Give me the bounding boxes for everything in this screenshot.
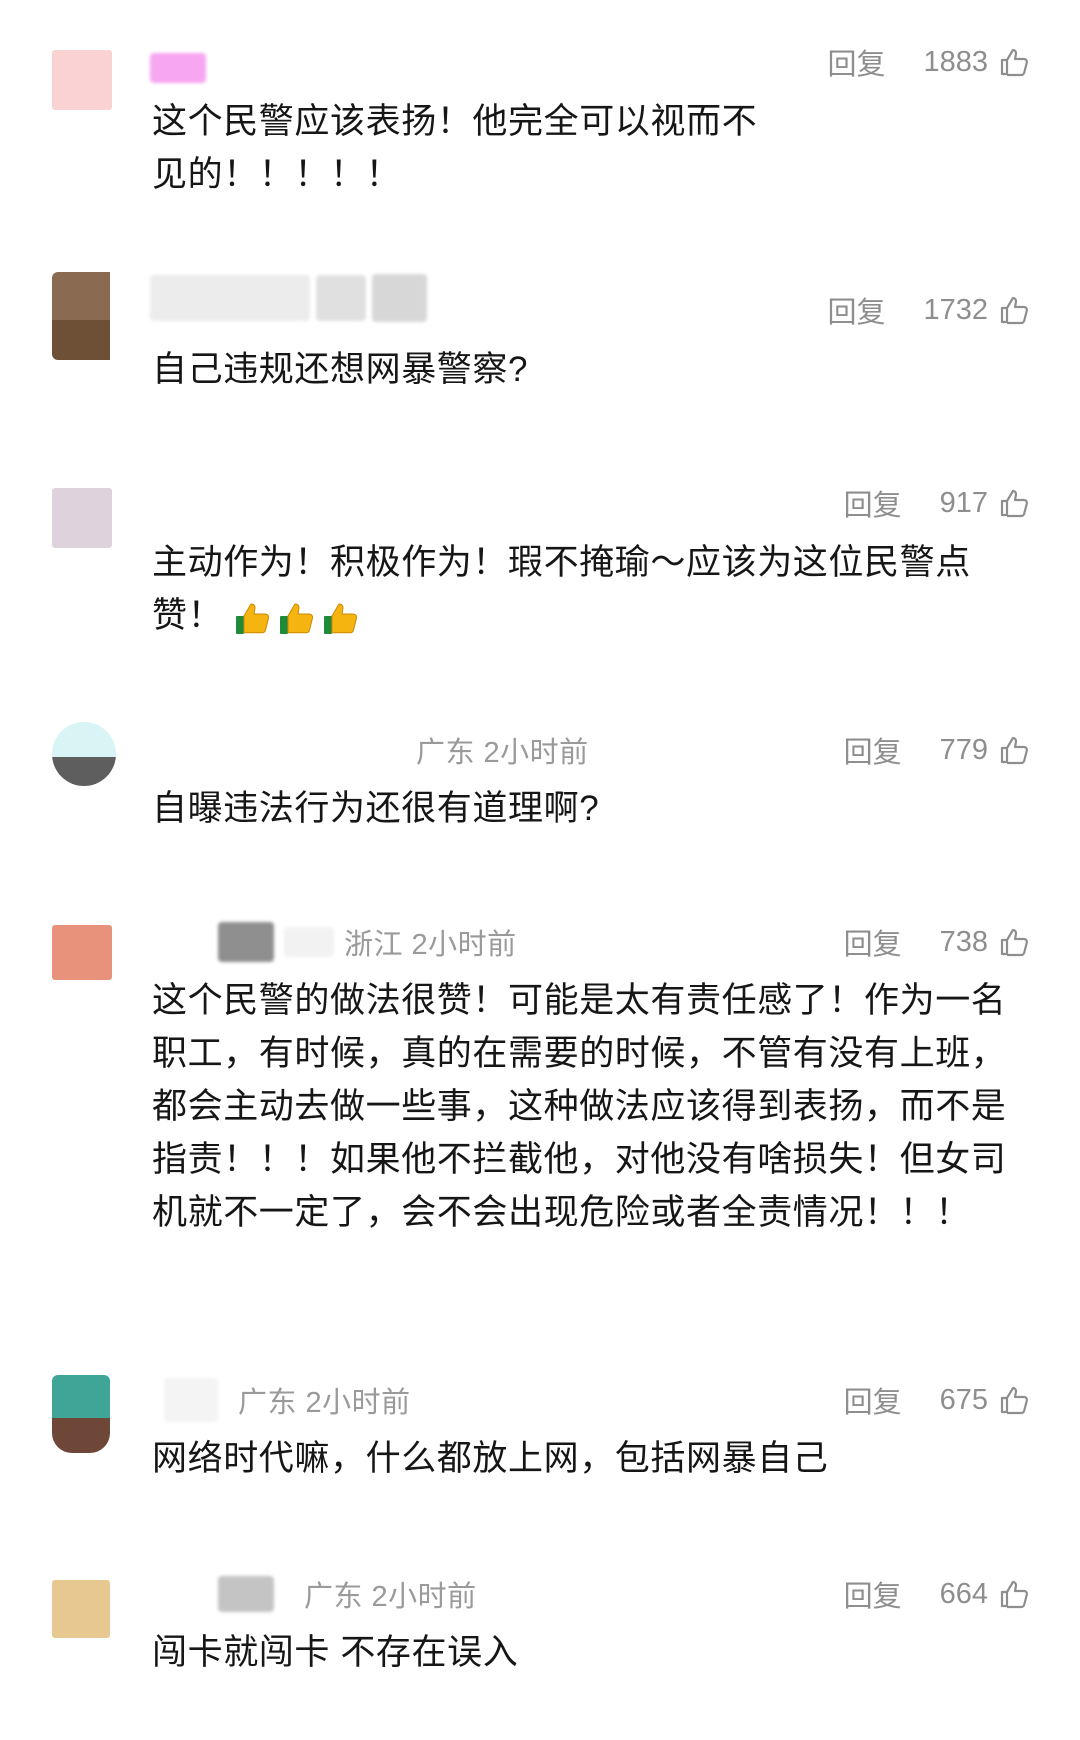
location-time: 广东 2小时前 xyxy=(416,737,589,769)
username-blurred xyxy=(218,1576,274,1612)
username[interactable] xyxy=(150,274,427,322)
thumbs-up-emoji-icon xyxy=(236,603,270,634)
avatar[interactable] xyxy=(52,925,112,980)
comment-text: 自曝违法行为还很有道理啊? xyxy=(152,789,600,828)
comment-text: 自己违规还想网暴警察? xyxy=(152,350,529,389)
reply-button[interactable]: 回复 xyxy=(844,729,902,771)
like-count: 675 xyxy=(939,1383,988,1416)
avatar[interactable] xyxy=(52,1375,110,1453)
username-blurred xyxy=(218,922,274,962)
location-time: 浙江 2小时前 xyxy=(344,929,517,961)
like-count: 1732 xyxy=(923,293,988,326)
username-blurred xyxy=(284,927,334,957)
comment-text: 这个民警应该表扬！他完全可以视而不见的！！！！！ xyxy=(152,102,758,194)
thumbs-up-emoji-icon xyxy=(280,603,314,634)
like-count: 738 xyxy=(939,925,988,958)
like-count: 664 xyxy=(939,1577,988,1610)
avatar[interactable] xyxy=(52,272,110,360)
reply-button[interactable]: 回复 xyxy=(827,41,885,83)
thumbs-up-icon[interactable] xyxy=(998,294,1030,326)
username-blurred xyxy=(372,274,427,322)
reply-button[interactable]: 回复 xyxy=(844,921,902,963)
reply-button[interactable]: 回复 xyxy=(844,482,902,524)
username-blurred xyxy=(150,53,206,83)
comment-text: 这个民警的做法很赞！可能是太有责任感了！作为一名职工，有时候，真的在需要的时候，… xyxy=(152,981,1007,1232)
thumbs-up-icon[interactable] xyxy=(998,1384,1030,1416)
thumbs-up-icon[interactable] xyxy=(998,46,1030,78)
location-time: 广东 2小时前 xyxy=(238,1387,411,1419)
thumbs-up-icon[interactable] xyxy=(998,487,1030,519)
thumbs-up-icon[interactable] xyxy=(998,1578,1030,1610)
like-count: 917 xyxy=(939,486,988,519)
reply-button[interactable]: 回复 xyxy=(827,289,885,331)
username[interactable]: 广东 2小时前 xyxy=(218,1574,477,1614)
reply-button[interactable]: 回复 xyxy=(844,1379,902,1421)
username[interactable] xyxy=(150,48,206,88)
thumbs-up-emoji-icon xyxy=(324,603,358,634)
thumbs-up-icon[interactable] xyxy=(998,734,1030,766)
username-blurred xyxy=(316,275,366,321)
username[interactable]: 广东 2小时前 xyxy=(164,1378,411,1422)
thumbs-up-emoji-group xyxy=(233,598,361,638)
location-time: 广东 2小时前 xyxy=(304,1581,477,1613)
comment-text: 网络时代嘛，什么都放上网，包括网暴自己 xyxy=(152,1439,829,1478)
username[interactable]: 浙江 2小时前 xyxy=(218,922,517,962)
username-blurred xyxy=(150,275,310,321)
avatar[interactable] xyxy=(52,488,112,548)
avatar[interactable] xyxy=(52,722,116,786)
like-count: 779 xyxy=(939,733,988,766)
avatar[interactable] xyxy=(52,50,112,110)
username[interactable]: 广东 2小时前 xyxy=(416,730,589,770)
avatar[interactable] xyxy=(52,1580,110,1638)
like-count: 1883 xyxy=(923,45,988,78)
comment-text: 闯卡就闯卡 不存在误入 xyxy=(152,1633,519,1672)
comment-text: 主动作为！积极作为！瑕不掩瑜～应该为这位民警点赞！ xyxy=(152,536,1032,642)
thumbs-up-icon[interactable] xyxy=(998,926,1030,958)
username-blurred xyxy=(164,1378,218,1422)
reply-button[interactable]: 回复 xyxy=(844,1573,902,1615)
